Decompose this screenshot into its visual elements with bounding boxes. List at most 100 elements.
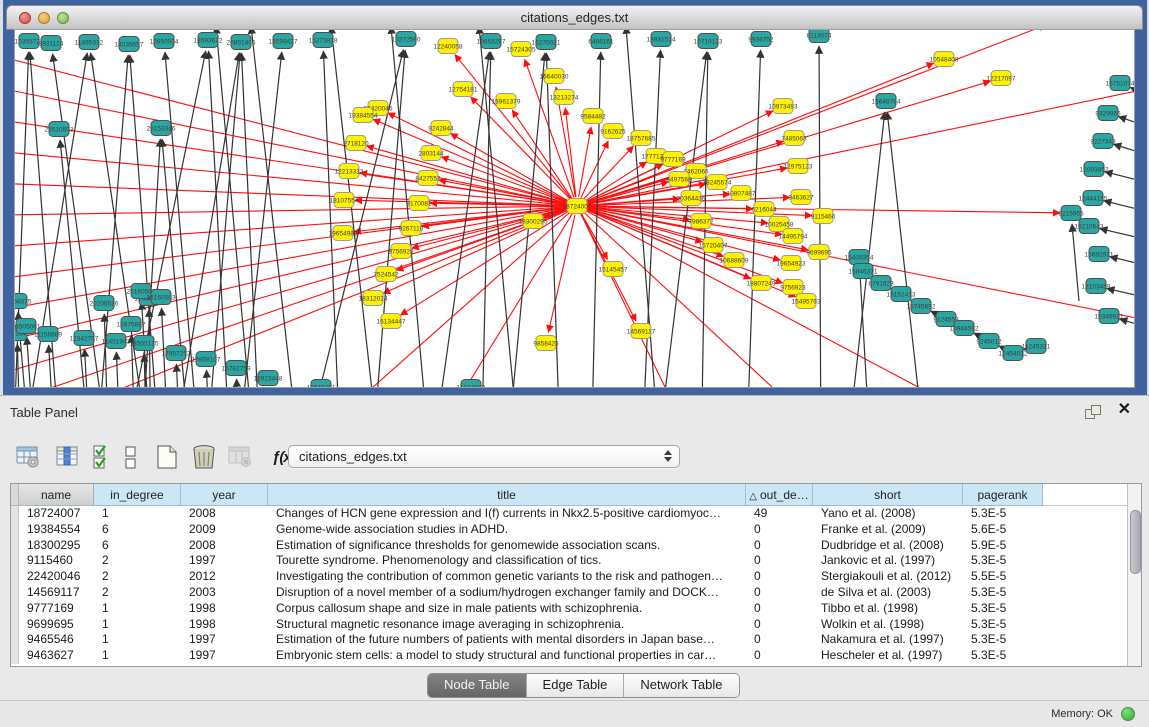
- graph-node[interactable]: 16134447: [377, 314, 406, 329]
- graph-node[interactable]: 14495794: [779, 229, 808, 244]
- graph-node[interactable]: 18807249: [747, 276, 776, 291]
- table-row[interactable]: 969969511998Structural magnetic resonanc…: [11, 617, 1127, 633]
- graph-node[interactable]: 9162625: [600, 124, 626, 139]
- table-row[interactable]: 977716911998Corpus callosum shape and si…: [11, 601, 1127, 617]
- graph-node[interactable]: 12923448: [254, 371, 283, 386]
- graph-node[interactable]: 15160503: [147, 290, 176, 305]
- graph-node[interactable]: 12356075: [15, 294, 32, 309]
- table-row[interactable]: 1872400712008Changes of HCN gene express…: [11, 506, 1127, 522]
- graph-node[interactable]: 9267110: [399, 221, 424, 236]
- window-titlebar[interactable]: citations_edges.txt: [6, 5, 1143, 30]
- graph-node[interactable]: 9777169: [660, 152, 686, 167]
- graph-node[interactable]: 10272590: [392, 32, 421, 47]
- graph-node[interactable]: 9115460: [811, 209, 836, 224]
- graph-node[interactable]: 2718120: [343, 136, 369, 151]
- memory-ok-indicator[interactable]: [1121, 707, 1135, 721]
- table-row[interactable]: 946362711997Embryonic stem cells: a mode…: [11, 648, 1127, 664]
- graph-node[interactable]: 13213274: [550, 90, 579, 105]
- graph-node[interactable]: 9170081: [406, 196, 432, 211]
- graph-node[interactable]: 18931574: [647, 32, 676, 47]
- graph-node[interactable]: 9584482: [580, 109, 606, 124]
- graph-node[interactable]: 15145457: [599, 262, 628, 277]
- table-row[interactable]: 1938455462009Genome-wide association stu…: [11, 522, 1127, 538]
- table-mode-icon[interactable]: [16, 443, 42, 471]
- graph-node[interactable]: 16640030: [540, 69, 569, 84]
- graph-node[interactable]: 12975123: [784, 159, 813, 174]
- graph-node[interactable]: 20364436: [677, 191, 706, 206]
- table-selector[interactable]: citations_edges.txt: [288, 445, 680, 468]
- graph-node[interactable]: 12213313: [335, 164, 364, 179]
- graph-node[interactable]: 13505135: [130, 336, 159, 351]
- graph-node[interactable]: 14039557: [115, 37, 144, 52]
- graph-node[interactable]: 6466161: [588, 34, 614, 49]
- graph-node[interactable]: 14569117: [627, 324, 656, 339]
- graph-node[interactable]: 10807487: [727, 186, 756, 201]
- graph-node[interactable]: 10688609: [720, 253, 749, 268]
- graph-node[interactable]: 18593672: [194, 33, 223, 48]
- column-header-in-degree[interactable]: in_degree: [94, 484, 181, 506]
- graph-node[interactable]: 18107554: [330, 193, 359, 208]
- tab-network-table[interactable]: Network Table: [623, 674, 738, 697]
- column-header-pagerank[interactable]: pagerank: [963, 484, 1043, 506]
- tab-edge-table[interactable]: Edge Table: [526, 674, 624, 697]
- graph-node[interactable]: 9463627: [788, 190, 814, 205]
- graph-node[interactable]: 9245012: [976, 334, 1002, 349]
- graph-node[interactable]: 10346921: [1095, 309, 1124, 324]
- graph-node[interactable]: 6216044: [751, 202, 777, 217]
- select-all-icon[interactable]: [92, 443, 114, 471]
- network-canvas[interactable]: 2242004619384554127541812718120122133131…: [14, 29, 1135, 388]
- graph-node[interactable]: 16958107: [192, 352, 221, 367]
- vertical-scrollbar[interactable]: [1127, 484, 1141, 666]
- graph-node[interactable]: 12093852: [1080, 162, 1109, 177]
- graph-node[interactable]: 8113074: [807, 30, 832, 43]
- graph-node[interactable]: 9756928: [388, 244, 414, 259]
- graph-node[interactable]: 16210643: [1075, 219, 1104, 234]
- graph-node[interactable]: 2803144: [418, 146, 444, 161]
- graph-node[interactable]: 12103459: [1082, 279, 1111, 294]
- table-row[interactable]: 1456911722003Disruption of a novel membe…: [11, 585, 1127, 601]
- graph-node[interactable]: 10719123: [694, 34, 723, 49]
- graph-node[interactable]: 15692971: [1085, 247, 1114, 262]
- table-row[interactable]: 1830029562008Estimation of significance …: [11, 538, 1127, 554]
- new-column-icon[interactable]: [154, 443, 180, 471]
- column-visibility-icon[interactable]: [56, 443, 82, 471]
- graph-node[interactable]: 20206536: [90, 296, 119, 311]
- scrollbar-thumb[interactable]: [1130, 510, 1141, 574]
- graph-node[interactable]: 16648784: [872, 94, 901, 109]
- close-panel-icon[interactable]: ✕: [1118, 401, 1131, 419]
- graph-node[interactable]: 9699695: [806, 245, 832, 260]
- graph-node[interactable]: 15751074: [1106, 76, 1135, 91]
- graph-node[interactable]: 9858425: [533, 336, 559, 351]
- graph-node[interactable]: 12217097: [987, 71, 1016, 86]
- graph-node[interactable]: 8427552: [415, 171, 441, 186]
- graph-node[interactable]: 18245574: [703, 175, 732, 190]
- graph-node[interactable]: 9329966: [1095, 106, 1121, 121]
- tab-node-table[interactable]: Node Table: [428, 674, 526, 697]
- graph-node[interactable]: 26510503: [45, 122, 74, 137]
- graph-node[interactable]: 13599427: [269, 34, 298, 49]
- graph-node[interactable]: 19654923: [777, 256, 806, 271]
- float-panel-icon[interactable]: [1085, 405, 1101, 419]
- graph-node[interactable]: 16151413: [887, 287, 916, 302]
- graph-node[interactable]: 9242844: [428, 121, 454, 136]
- graph-node[interactable]: 9227343: [1090, 134, 1116, 149]
- graph-node[interactable]: 12342757: [70, 331, 99, 346]
- table-row[interactable]: 2242004622012Investigating the contribut…: [11, 569, 1127, 585]
- graph-node[interactable]: 7986372: [688, 214, 714, 229]
- graph-node[interactable]: 9831124: [39, 36, 64, 51]
- graph-node[interactable]: 15270021: [532, 35, 561, 50]
- delete-table-icon[interactable]: [228, 443, 254, 471]
- graph-node[interactable]: 17957253: [162, 346, 191, 361]
- graph-node[interactable]: 11156869: [34, 327, 62, 342]
- graph-node[interactable]: 9936752: [748, 32, 774, 47]
- graph-node[interactable]: 10653287: [477, 34, 506, 49]
- graph-node[interactable]: 10549201: [307, 380, 336, 389]
- graph-node[interactable]: 12754181: [449, 82, 478, 97]
- column-header-title[interactable]: title: [268, 484, 746, 506]
- table-row[interactable]: 946554611997Estimation of the future num…: [11, 632, 1127, 648]
- graph-node[interactable]: 12444155: [1079, 191, 1108, 206]
- graph-node[interactable]: 7485063: [781, 131, 807, 146]
- graph-node[interactable]: 11451943: [102, 334, 131, 349]
- graph-node[interactable]: 20891406: [227, 35, 256, 50]
- graph-node[interactable]: 8215955: [1058, 206, 1084, 221]
